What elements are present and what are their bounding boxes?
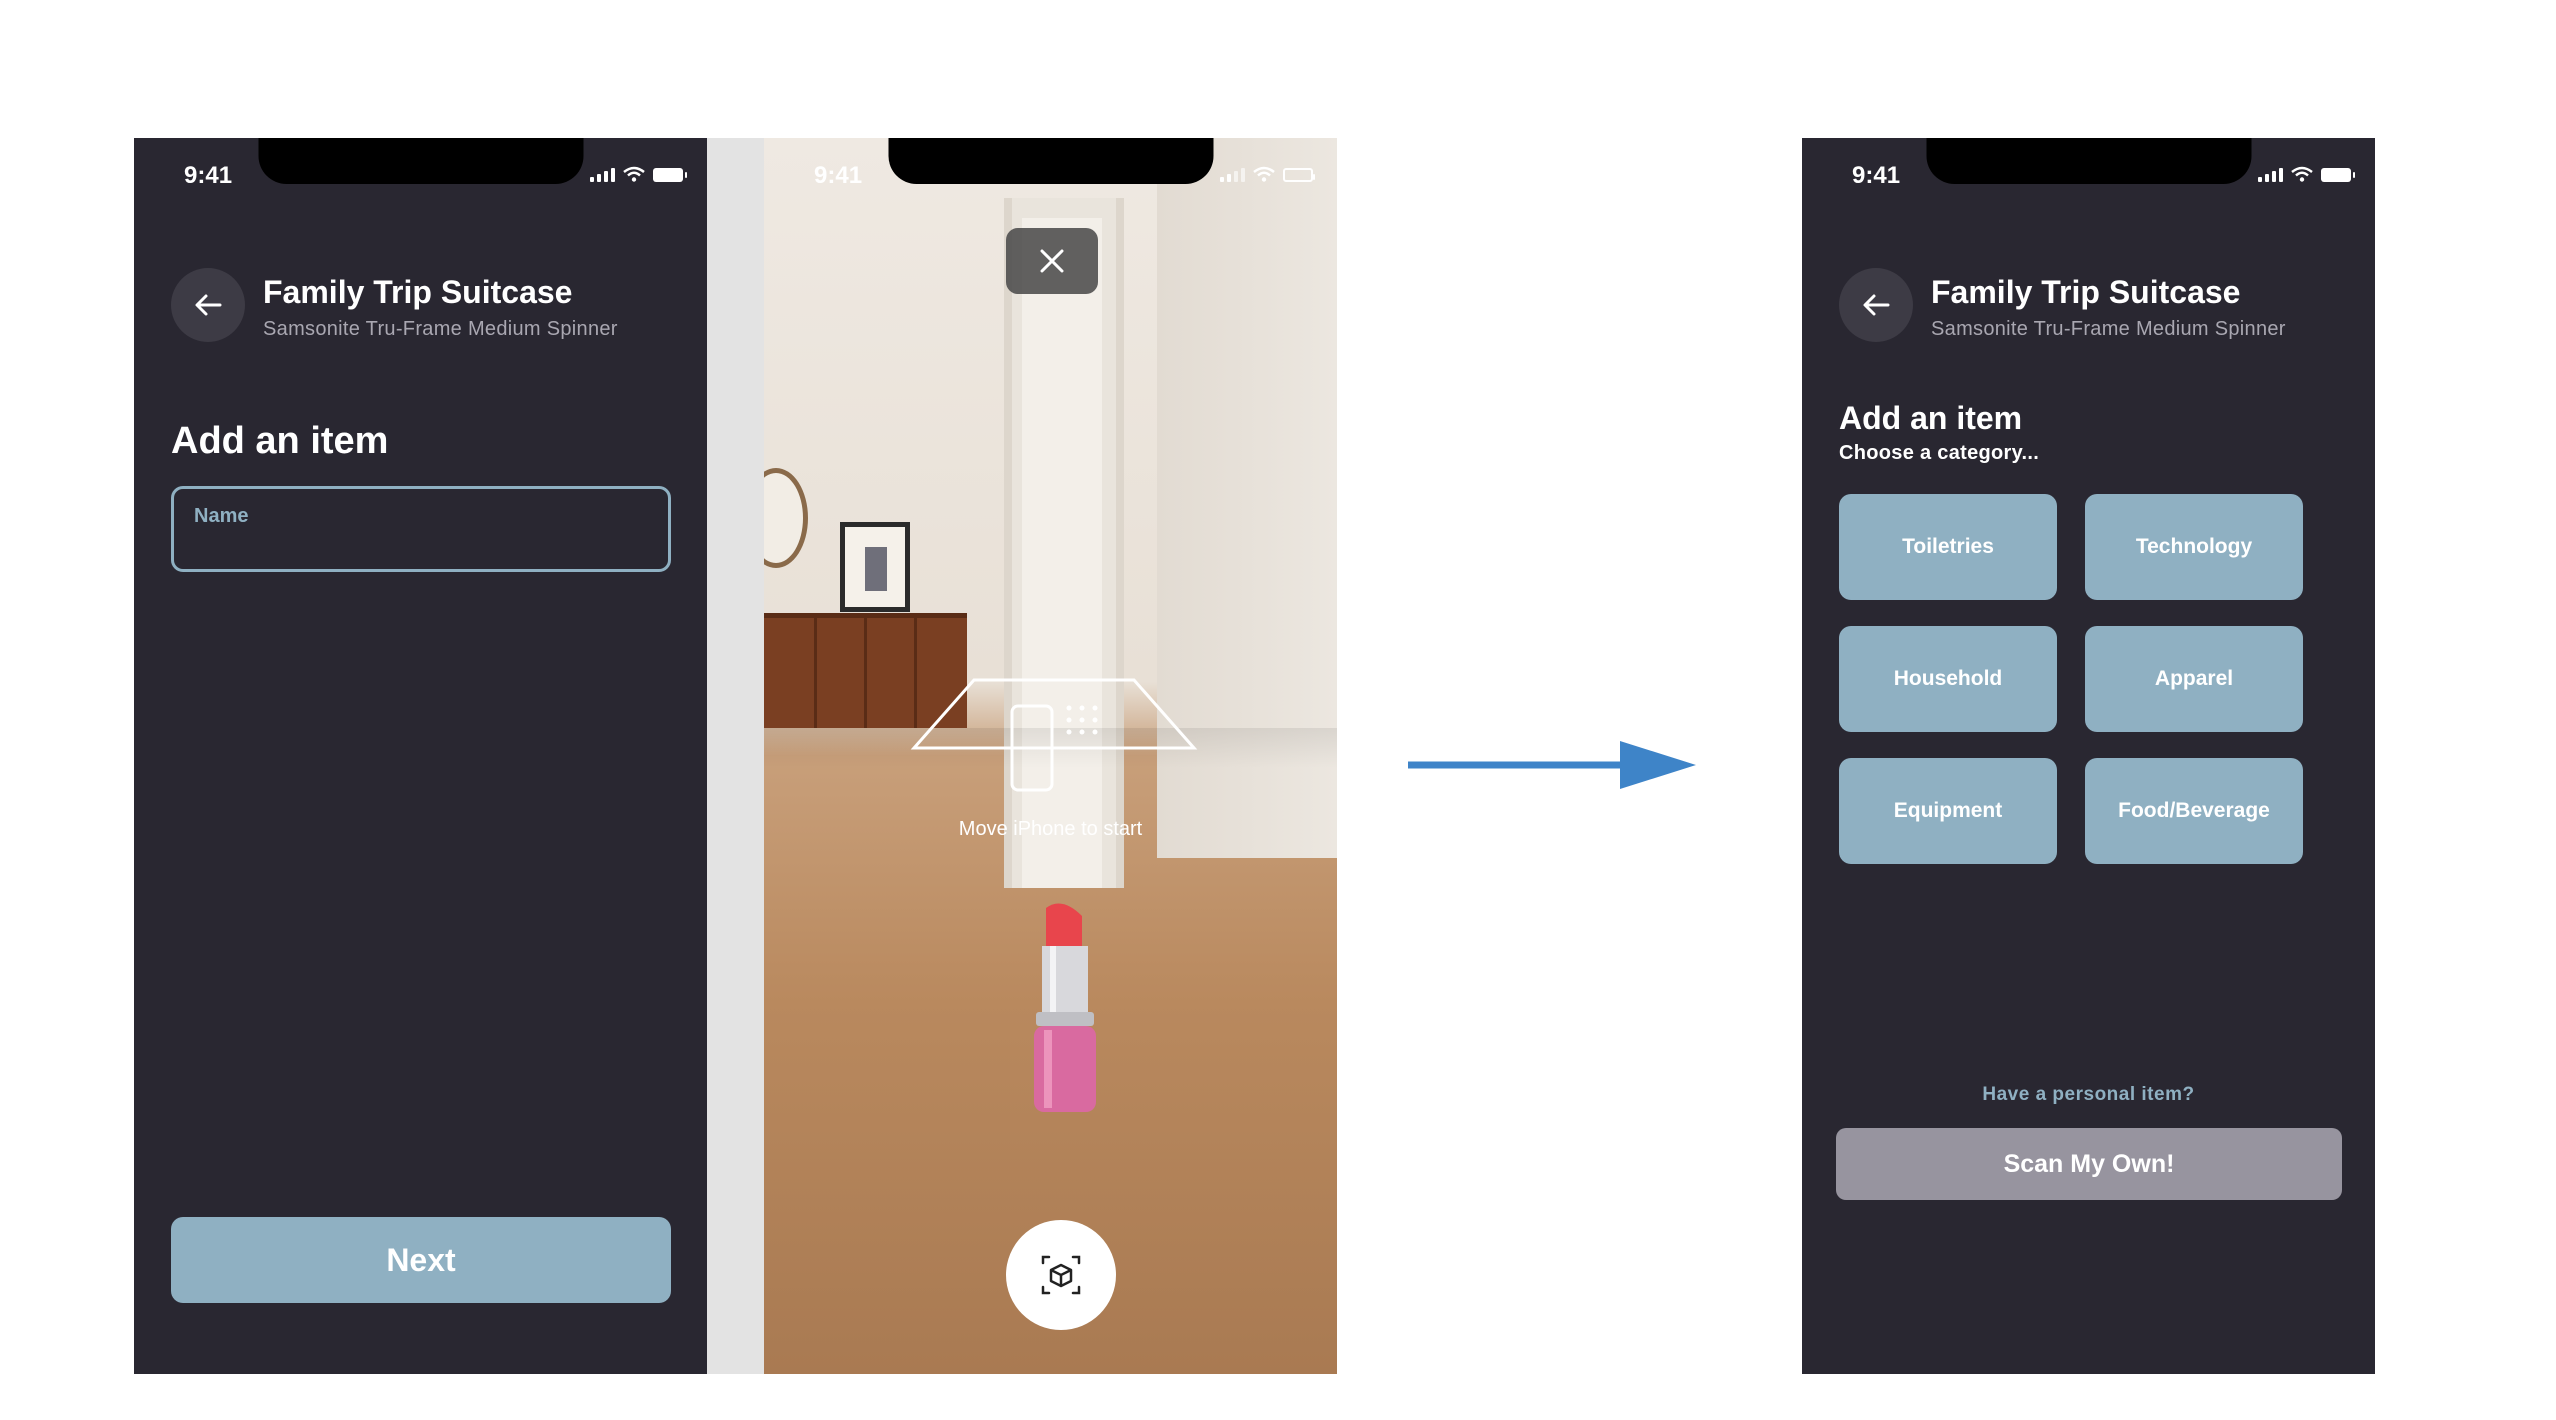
page-title: Add an item [1839, 400, 2023, 436]
ar-hint-text: Move iPhone to start [958, 818, 1143, 840]
name-input[interactable] [194, 534, 648, 562]
wifi-icon [623, 166, 645, 182]
category-button-food-beverage[interactable]: Food/Beverage [2085, 758, 2303, 864]
close-icon [1040, 249, 1064, 273]
category-button-apparel[interactable]: Apparel [2085, 626, 2303, 732]
suitcase-subtitle: Samsonite Tru-Frame Medium Spinner [263, 318, 618, 340]
category-button-technology[interactable]: Technology [2085, 494, 2303, 600]
status-time: 9:41 [814, 162, 863, 189]
back-button[interactable] [171, 268, 245, 342]
lipstick-model [1034, 903, 1096, 1112]
name-field-label: Name [194, 505, 249, 527]
back-button[interactable] [1839, 268, 1913, 342]
notch [258, 138, 583, 184]
name-field[interactable]: Name [171, 486, 671, 572]
screen-divider [707, 138, 764, 1374]
arrow-left-icon [1863, 294, 1890, 316]
signal-icon [2258, 166, 2283, 182]
category-button-toiletries[interactable]: Toiletries [1839, 494, 2057, 600]
flow-arrow-icon [1408, 741, 1696, 789]
battery-icon [653, 168, 687, 182]
page-title: Add an item [171, 420, 389, 462]
category-grid: Toiletries Technology Household Apparel … [1839, 494, 2303, 864]
notch [888, 138, 1213, 184]
phone-screen-ar-camera: 9:41 Move iPhone to start [764, 138, 1337, 1374]
wifi-icon [1253, 166, 1275, 182]
signal-icon [1220, 166, 1245, 182]
ar-cube-icon [1041, 1255, 1081, 1295]
status-icons [1220, 166, 1315, 182]
close-button[interactable] [1006, 228, 1098, 294]
category-prompt: Choose a category... [1839, 442, 2040, 464]
ar-placement-guide [910, 678, 1198, 792]
suitcase-title: Family Trip Suitcase [1931, 274, 2241, 310]
ar-capture-button[interactable] [1006, 1220, 1116, 1330]
framed-picture [840, 522, 910, 612]
battery-icon [2321, 168, 2355, 182]
suitcase-subtitle: Samsonite Tru-Frame Medium Spinner [1931, 318, 2286, 340]
category-button-equipment[interactable]: Equipment [1839, 758, 2057, 864]
personal-item-prompt: Have a personal item? [1982, 1084, 2195, 1105]
scan-my-own-button[interactable]: Scan My Own! [1836, 1128, 2342, 1200]
notch [1926, 138, 2251, 184]
status-time: 9:41 [1852, 162, 1901, 189]
round-mirror [764, 468, 808, 568]
phone-screen-name-entry: 9:41 Family Trip Suitcase Samsonite Tru-… [134, 138, 707, 1374]
suitcase-title: Family Trip Suitcase [263, 274, 573, 310]
battery-icon [1283, 168, 1315, 182]
wifi-icon [2291, 166, 2313, 182]
status-icons [2258, 166, 2355, 182]
signal-icon [590, 166, 615, 182]
status-icons [590, 166, 687, 182]
next-button[interactable]: Next [171, 1217, 671, 1303]
phone-screen-category: 9:41 Family Trip Suitcase Samsonite Tru-… [1802, 138, 2375, 1374]
arrow-left-icon [195, 294, 222, 316]
status-time: 9:41 [184, 162, 233, 189]
category-button-household[interactable]: Household [1839, 626, 2057, 732]
